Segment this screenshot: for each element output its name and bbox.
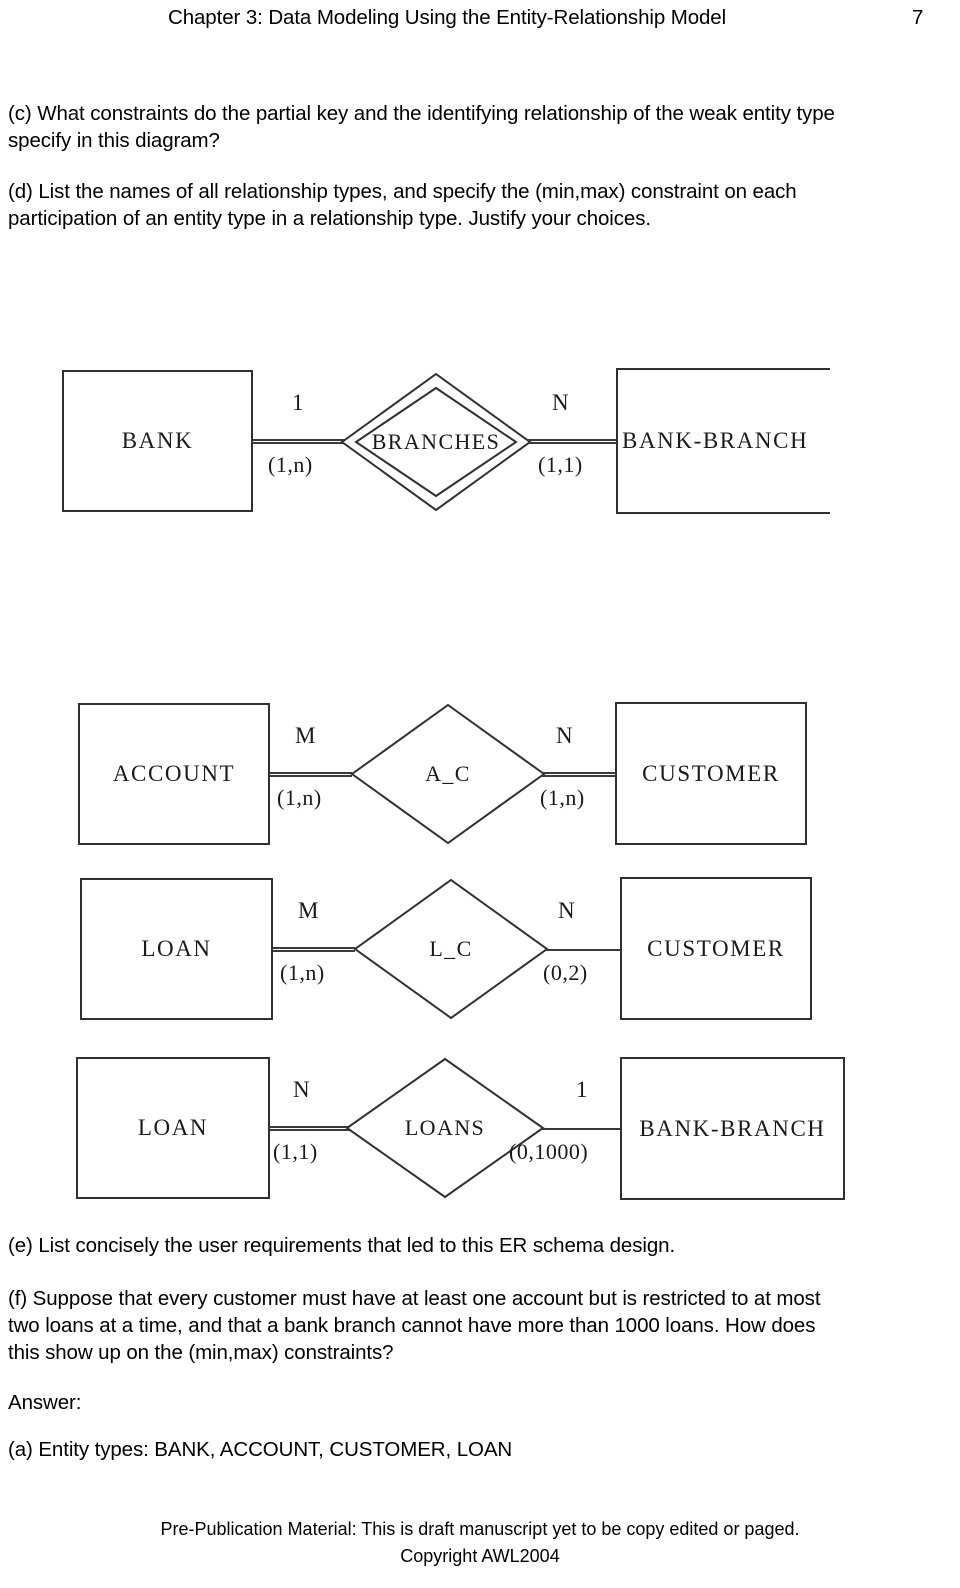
entity-customer-loan: CUSTOMER xyxy=(620,877,812,1020)
connector-loans-bankbranch xyxy=(541,1128,622,1130)
connector-bank-branches xyxy=(253,439,345,444)
connector-account-ac xyxy=(270,772,352,777)
entity-customer-loan-label: CUSTOMER xyxy=(647,935,785,961)
footer-prepublication-notice: Pre-Publication Material: This is draft … xyxy=(160,1519,800,1539)
question-f: (f) Suppose that every customer must hav… xyxy=(8,1287,821,1364)
question-c: (c) What constraints do the partial key … xyxy=(8,102,835,152)
er-diagram-account-customer: ACCOUNT M (1,n) A_C N (1,n) CUSTOMER xyxy=(0,690,960,860)
page-footer: Pre-Publication Material: This is draft … xyxy=(0,1516,960,1570)
entity-account-label: ACCOUNT xyxy=(112,761,236,786)
relationship-a-c-label: A_C xyxy=(425,761,471,786)
cardinality-loan-loans-ratio: N xyxy=(293,1077,310,1102)
entity-loan-bankbranch: LOAN xyxy=(76,1057,270,1199)
relationship-l-c: L_C xyxy=(353,878,549,1020)
weak-entity-bottom-border xyxy=(616,512,830,514)
er-diagram-loan-bank-branch: LOAN N (1,1) LOANS 1 (0,1000) BANK-BRANC… xyxy=(0,1045,960,1215)
entity-loan-customer-label: LOAN xyxy=(141,936,212,961)
footer-copyright: Copyright AWL2004 xyxy=(400,1546,560,1566)
relationship-branches-label: BRANCHES xyxy=(371,429,501,454)
page-title: Chapter 3: Data Modeling Using the Entit… xyxy=(168,6,727,29)
connector-ac-customer xyxy=(542,772,617,777)
minmax-branches-bankbranch: (1,1) xyxy=(538,452,583,477)
question-e: (e) List concisely the user requirements… xyxy=(8,1234,676,1257)
cardinality-loans-bankbranch-ratio: 1 xyxy=(576,1077,588,1102)
connector-lc-customer xyxy=(545,949,622,951)
entity-customer-account-label: CUSTOMER xyxy=(642,760,780,786)
entity-loan-bankbranch-label: LOAN xyxy=(137,1115,209,1140)
answer-item-a: (a) Entity types: BANK, ACCOUNT, CUSTOME… xyxy=(8,1438,513,1461)
cardinality-ac-customer-ratio: N xyxy=(556,723,573,748)
cardinality-account-ac-ratio: M xyxy=(295,723,316,748)
cardinality-bank-branches-ratio: 1 xyxy=(292,390,304,415)
page-number: 7 xyxy=(912,6,924,29)
entity-bank-branch-label: BANK-BRANCH xyxy=(622,428,809,453)
page-header: Chapter 3: Data Modeling Using the Entit… xyxy=(0,6,960,36)
answer-heading: Answer: xyxy=(8,1391,82,1414)
minmax-lc-customer: (0,2) xyxy=(543,960,588,985)
minmax-account-ac: (1,n) xyxy=(277,785,322,810)
minmax-bank-branches: (1,n) xyxy=(268,452,313,477)
weak-entity-top-border xyxy=(616,368,830,370)
connector-loan-loans xyxy=(270,1126,350,1131)
connector-loan-lc xyxy=(273,947,355,952)
relationship-loans: LOANS xyxy=(345,1057,545,1199)
entity-account: ACCOUNT xyxy=(78,703,270,845)
question-d: (d) List the names of all relationship t… xyxy=(8,180,797,230)
cardinality-loan-lc-ratio: M xyxy=(298,898,319,923)
relationship-l-c-label: L_C xyxy=(429,936,473,961)
entity-loan-customer: LOAN xyxy=(80,878,273,1020)
entity-bank-branch-strong-label: BANK-BRANCH xyxy=(639,1115,826,1141)
er-diagram-bank-branches: BANK 1 (1,n) BRANCHES N (1,1) BANK-BRANC… xyxy=(0,340,960,540)
entity-bank: BANK xyxy=(62,370,253,512)
entity-customer-account: CUSTOMER xyxy=(615,702,807,845)
relationship-a-c: A_C xyxy=(350,703,546,845)
entity-bank-branch-strong: BANK-BRANCH xyxy=(620,1057,845,1200)
cardinality-lc-customer-ratio: N xyxy=(558,898,575,923)
entity-bank-branch-weak: BANK-BRANCH xyxy=(616,368,830,514)
entity-bank-label: BANK xyxy=(121,428,194,453)
relationship-branches: BRANCHES xyxy=(340,372,532,512)
minmax-loan-lc: (1,n) xyxy=(280,960,325,985)
cardinality-branches-bankbranch-ratio: N xyxy=(552,390,569,415)
minmax-loans-bankbranch: (0,1000) xyxy=(509,1139,589,1164)
weak-entity-left-border xyxy=(616,368,618,514)
relationship-loans-label: LOANS xyxy=(404,1115,486,1140)
minmax-ac-customer: (1,n) xyxy=(540,785,585,810)
minmax-loan-loans: (1,1) xyxy=(273,1139,318,1164)
connector-branches-bankbranch xyxy=(528,439,618,444)
er-diagram-loan-customer: LOAN M (1,n) L_C N (0,2) CUSTOMER xyxy=(0,865,960,1035)
